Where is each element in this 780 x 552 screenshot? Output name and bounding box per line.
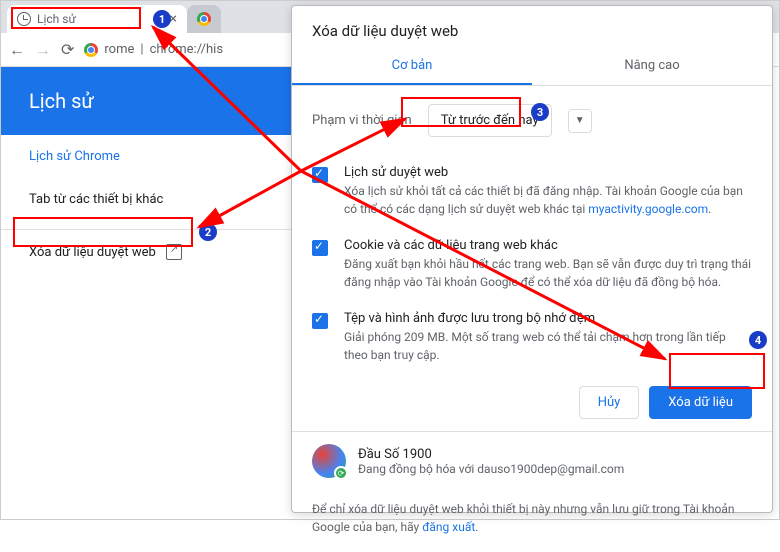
myactivity-link[interactable]: myactivity.google.com bbox=[588, 202, 708, 216]
clear-data-button[interactable]: Xóa dữ liệu bbox=[649, 386, 752, 419]
url-sep: | bbox=[140, 42, 143, 57]
url-path: chrome://his bbox=[150, 42, 223, 57]
time-range-row: Phạm vi thời gian Từ trước đến nay ▼ bbox=[292, 86, 772, 155]
option-title: Lịch sử duyệt web bbox=[344, 165, 752, 180]
tab-history[interactable]: Lịch sử × bbox=[7, 5, 187, 33]
chrome-icon bbox=[197, 12, 211, 26]
sidebar-item-chrome-history[interactable]: Lịch sử Chrome bbox=[1, 135, 291, 178]
time-range-select[interactable]: Từ trước đến nay bbox=[428, 104, 552, 137]
account-name: Đầu Số 1900 bbox=[358, 447, 624, 462]
dialog-tabs: Cơ bản Nâng cao bbox=[292, 48, 772, 86]
reload-button[interactable]: ⟳ bbox=[61, 40, 74, 59]
chrome-icon bbox=[84, 43, 98, 57]
option-desc: Đăng xuất bạn khỏi hầu hết các trang web… bbox=[344, 255, 752, 291]
option-desc: Giải phóng 209 MB. Một số trang web có t… bbox=[344, 328, 752, 364]
clear-data-label: Xóa dữ liệu duyệt web bbox=[29, 245, 156, 260]
option-title: Tệp và hình ảnh được lưu trong bộ nhớ đệ… bbox=[344, 311, 752, 326]
dialog-buttons: Hủy Xóa dữ liệu bbox=[292, 374, 772, 431]
page-title: Lịch sử bbox=[1, 67, 291, 135]
time-range-label: Phạm vi thời gian bbox=[312, 113, 412, 128]
checkbox-list: Lịch sử duyệt web Xóa lịch sử khỏi tất c… bbox=[292, 155, 772, 374]
avatar: ⟳ bbox=[312, 444, 346, 478]
history-icon bbox=[17, 12, 31, 26]
dialog-footnote: Để chỉ xóa dữ liệu duyệt web khỏi thiết … bbox=[292, 490, 772, 552]
cancel-button[interactable]: Hủy bbox=[579, 386, 640, 419]
clear-browsing-data-link[interactable]: Xóa dữ liệu duyệt web bbox=[1, 230, 291, 274]
checkbox-checked[interactable] bbox=[312, 313, 328, 329]
option-title: Cookie và các dữ liệu trang web khác bbox=[344, 238, 752, 253]
dialog-title: Xóa dữ liệu duyệt web bbox=[292, 6, 772, 48]
account-row: ⟳ Đầu Số 1900 Đang đồng bộ hóa với dauso… bbox=[292, 431, 772, 490]
omnibox[interactable]: rome | chrome://his bbox=[84, 42, 223, 57]
history-page: Lịch sử Lịch sử Chrome Tab từ các thiết … bbox=[1, 67, 291, 274]
sidebar-item-tabs-other-devices[interactable]: Tab từ các thiết bị khác bbox=[1, 178, 291, 221]
sidebar: Lịch sử Chrome Tab từ các thiết bị khác … bbox=[1, 135, 291, 274]
close-icon[interactable]: × bbox=[170, 11, 177, 27]
clear-browsing-data-dialog: Xóa dữ liệu duyệt web Cơ bản Nâng cao Ph… bbox=[291, 5, 773, 513]
tab-title: Lịch sử bbox=[37, 12, 76, 26]
option-desc: Xóa lịch sử khỏi tất cả các thiết bị đã … bbox=[344, 182, 752, 218]
url-host: rome bbox=[104, 42, 134, 57]
option-cookies[interactable]: Cookie và các dữ liệu trang web khác Đăn… bbox=[312, 228, 752, 301]
option-cached[interactable]: Tệp và hình ảnh được lưu trong bộ nhớ đệ… bbox=[312, 301, 752, 374]
back-button[interactable]: ← bbox=[9, 40, 25, 60]
chevron-down-icon[interactable]: ▼ bbox=[568, 109, 592, 133]
external-link-icon bbox=[166, 244, 182, 260]
tab-other[interactable] bbox=[187, 5, 221, 33]
checkbox-checked[interactable] bbox=[312, 167, 328, 183]
tab-basic[interactable]: Cơ bản bbox=[292, 48, 532, 85]
forward-button: → bbox=[35, 40, 51, 60]
option-browsing-history[interactable]: Lịch sử duyệt web Xóa lịch sử khỏi tất c… bbox=[312, 155, 752, 228]
checkbox-checked[interactable] bbox=[312, 240, 328, 256]
account-status: Đang đồng bộ hóa với dauso1900dep@gmail.… bbox=[358, 462, 624, 476]
tab-advanced[interactable]: Nâng cao bbox=[532, 48, 772, 85]
signout-link[interactable]: đăng xuất bbox=[422, 520, 475, 534]
sync-icon: ⟳ bbox=[334, 466, 348, 480]
